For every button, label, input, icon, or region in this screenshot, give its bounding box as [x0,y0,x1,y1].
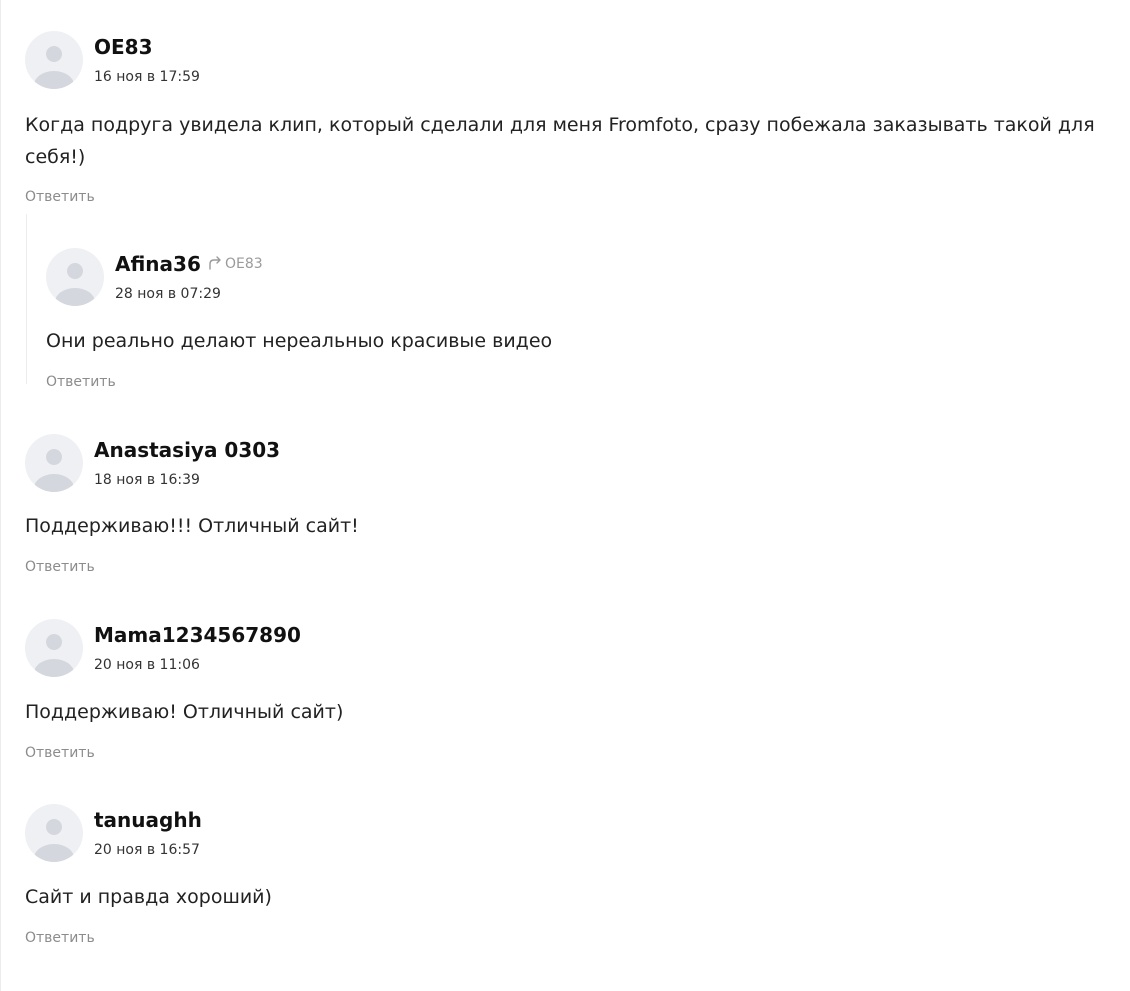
comment-author[interactable]: Mama1234567890 [94,623,301,647]
comment-author[interactable]: tanuaghh [94,808,202,832]
comment-text: Поддерживаю!!! Отличный сайт! [25,515,359,537]
comment-author[interactable]: Anastasiya 0303 [94,438,280,462]
comment-date: 28 ноя в 07:29 [115,286,221,302]
comment-date: 20 ноя в 11:06 [94,657,200,673]
comment-text: Они реально делают нереальныо красивые в… [46,330,553,352]
reply-button[interactable]: Ответить [25,930,95,946]
comment-date: 16 ноя в 17:59 [94,69,200,85]
comments-page: OE83 16 ноя в 17:59 Когда подруга увидел… [0,0,1130,991]
avatar-placeholder-icon[interactable] [46,248,104,306]
reply-to-author: OE83 [225,256,263,272]
comment-item: OE83 16 ноя в 17:59 Когда подруга увидел… [25,31,1105,205]
comment-author[interactable]: OE83 [94,35,153,59]
reply-to-indicator[interactable]: OE83 [207,256,263,272]
reply-button[interactable]: Ответить [25,189,95,205]
comment-header: OE83 16 ноя в 17:59 [25,31,1105,91]
comment-item: Mama1234567890 20 ноя в 11:06 Поддержива… [25,619,1105,761]
reply-button[interactable]: Ответить [25,745,95,761]
comment-item: Anastasiya 0303 18 ноя в 16:39 Поддержив… [25,434,1105,575]
reply-thread-line [26,214,27,384]
reply-button[interactable]: Ответить [46,374,116,390]
comment-item-reply: Afina36 OE83 28 ноя в 07:29 Они реально … [46,248,1106,390]
comment-header: Anastasiya 0303 18 ноя в 16:39 [25,434,1105,494]
avatar-placeholder-icon[interactable] [25,804,83,862]
comment-author[interactable]: Afina36 [115,252,201,276]
avatar-placeholder-icon[interactable] [25,434,83,492]
avatar-placeholder-icon[interactable] [25,31,83,89]
comment-header: Mama1234567890 20 ноя в 11:06 [25,619,1105,679]
comment-header: tanuaghh 20 ноя в 16:57 [25,804,1105,864]
comment-item: tanuaghh 20 ноя в 16:57 Сайт и правда хо… [25,804,1105,946]
avatar-placeholder-icon[interactable] [25,619,83,677]
comment-text: Сайт и правда хороший) [25,886,272,908]
reply-button[interactable]: Ответить [25,559,95,575]
comment-date: 18 ноя в 16:39 [94,472,200,488]
comment-header: Afina36 OE83 28 ноя в 07:29 [46,248,1106,308]
comment-text: Поддерживаю! Отличный сайт) [25,701,344,723]
comment-text: Когда подруга увидела клип, который сдел… [25,114,1095,168]
reply-arrow-icon [207,256,225,272]
comment-date: 20 ноя в 16:57 [94,842,200,858]
